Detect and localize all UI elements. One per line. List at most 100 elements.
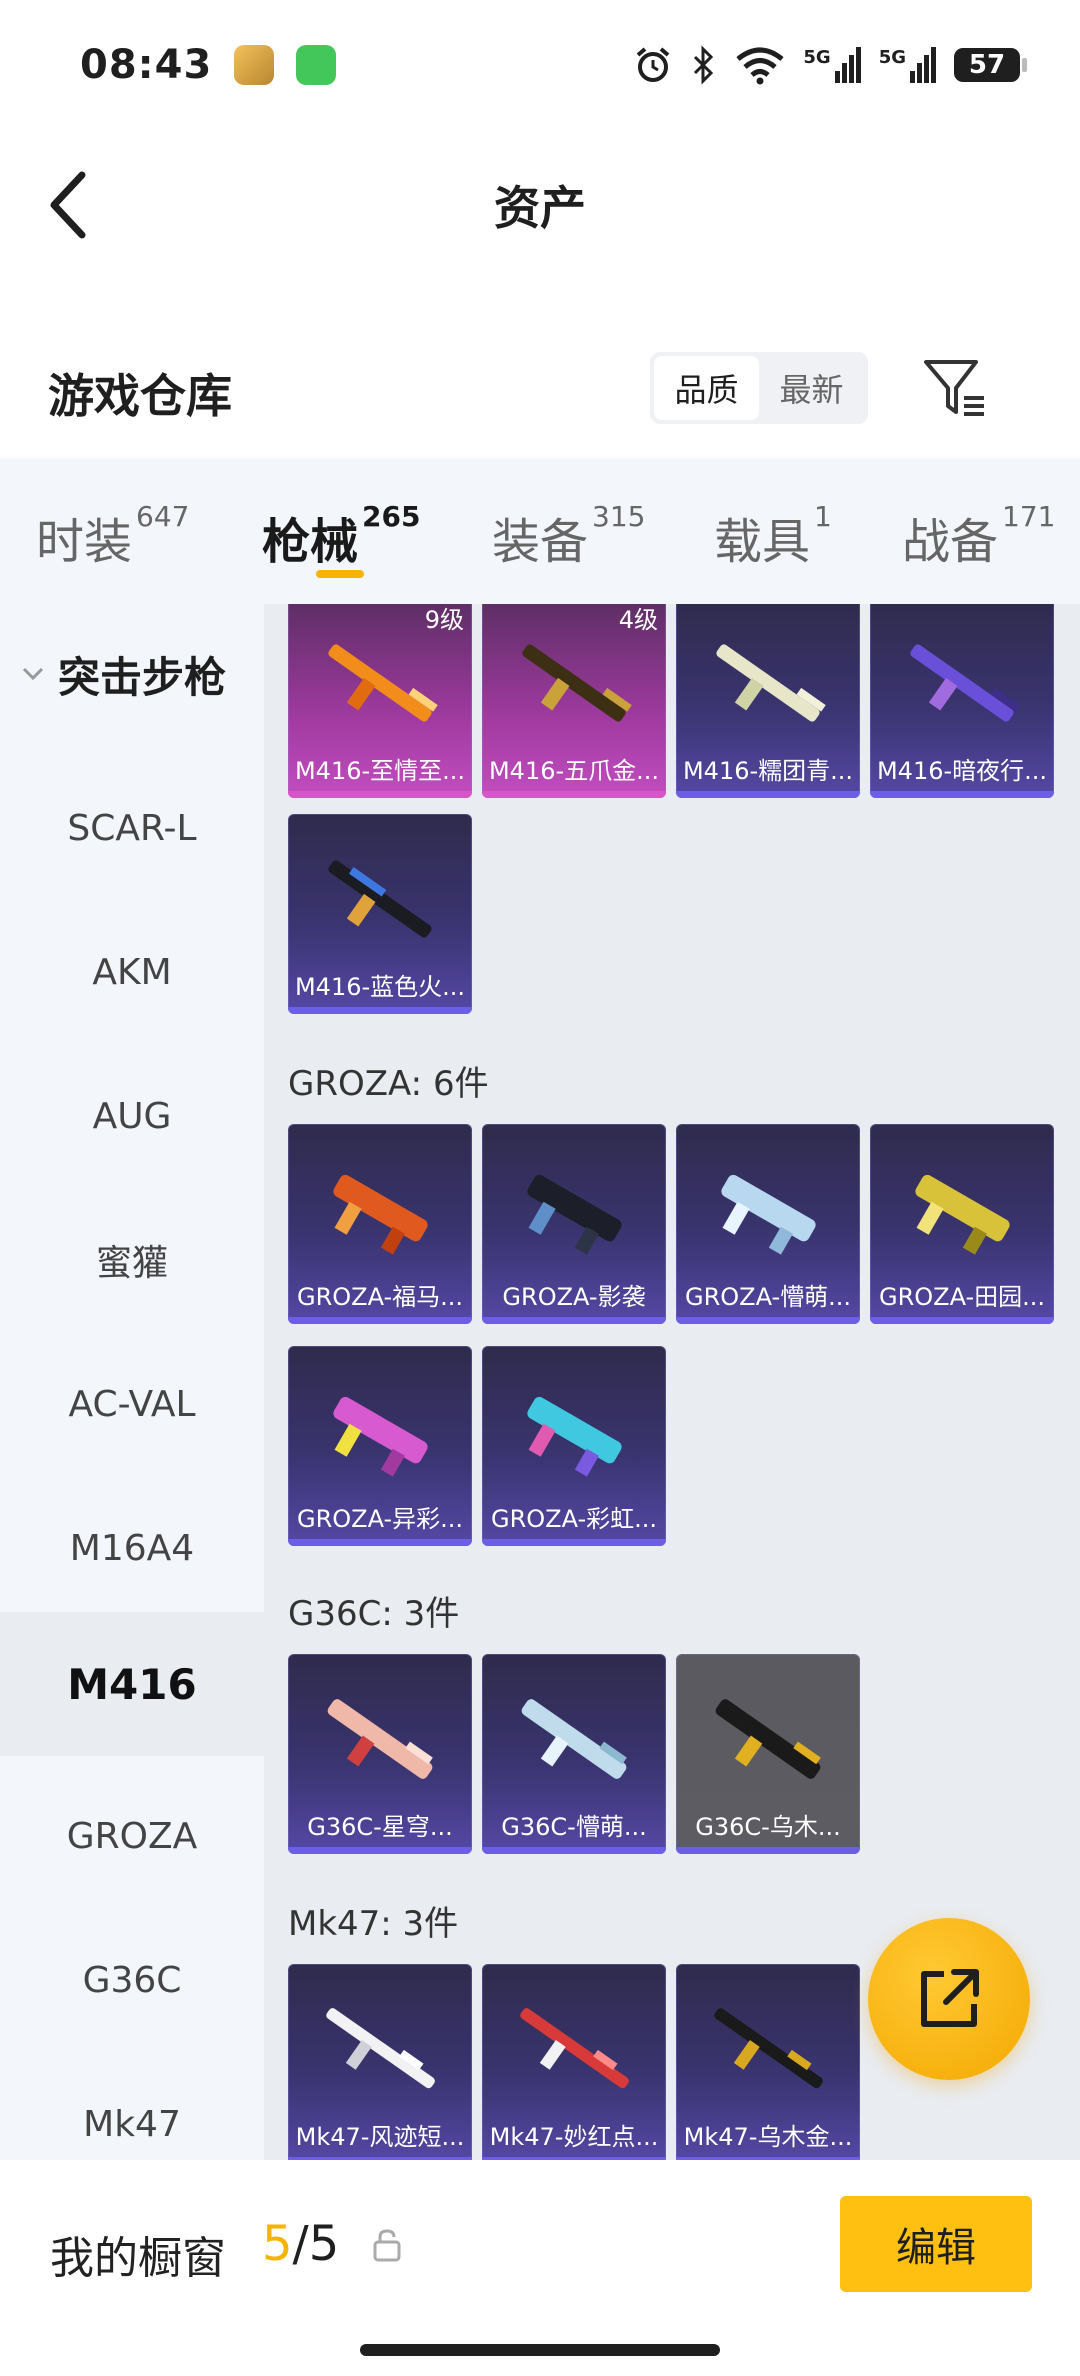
signal-label-1: 5G [803, 47, 831, 68]
card-name: Mk47-妙红点... [489, 2122, 659, 2151]
tab-equipment-label: 装备 [492, 514, 589, 570]
weapon-card[interactable]: Mk47-乌木金... [676, 1964, 860, 2160]
weapon-card[interactable]: Mk47-风迹短... [288, 1964, 472, 2160]
message-notification-icon [296, 45, 337, 85]
sort-quality-button[interactable]: 品质 [654, 356, 759, 420]
warehouse-bar: 游戏仓库 品质 最新 [0, 330, 1080, 450]
rifle-icon [716, 644, 826, 722]
card-name: G36C-乌木... [695, 1812, 841, 1841]
filter-icon[interactable] [920, 354, 988, 422]
sidebar-item-ac-val[interactable]: AC-VAL [0, 1332, 264, 1476]
tab-gear[interactable]: 战备 171 [902, 500, 1055, 572]
active-tab-indicator [316, 570, 364, 578]
card-name: GROZA-懵萌... [684, 1282, 852, 1311]
warehouse-title: 游戏仓库 [48, 369, 232, 423]
signal-label-2: 5G [878, 47, 906, 68]
share-icon [921, 1969, 979, 2027]
share-button[interactable] [868, 1918, 1030, 2080]
group-title-g36c: G36C: 3件 [288, 1594, 460, 1634]
tab-vehicles-label: 载具 [714, 514, 811, 570]
card-level: 9级 [424, 606, 464, 634]
showcase-label: 我的橱窗 [50, 2233, 226, 2284]
weapon-card[interactable]: G36C-懵萌... [482, 1654, 666, 1854]
tab-fashion[interactable]: 时装 647 [36, 500, 190, 572]
home-indicator[interactable] [360, 2344, 720, 2356]
alarm-icon [637, 47, 670, 82]
card-name: M416-五爪金... [488, 756, 660, 785]
sidebar-group-label: 突击步枪 [58, 652, 227, 702]
weapon-card[interactable]: Mk47-妙红点... [482, 1964, 666, 2160]
tab-equipment-count: 315 [592, 500, 646, 533]
sidebar-item-m416[interactable]: M416 [0, 1612, 264, 1756]
bottom-bar: 我的橱窗 5/5 编辑 [0, 2160, 1080, 2376]
sort-latest-button[interactable]: 最新 [759, 356, 864, 420]
card-name: M416-糯团青... [682, 756, 854, 785]
battery-icon: 57 [954, 48, 1027, 82]
card-name: GROZA-异彩... [296, 1504, 464, 1533]
rifle-icon [915, 1174, 1010, 1255]
card-name: G36C-懵萌... [501, 1812, 647, 1841]
rifle-icon [520, 2008, 629, 2089]
rifle-icon [521, 1699, 627, 1779]
rifle-icon [333, 1174, 428, 1255]
wifi-icon [736, 47, 784, 85]
group-title-mk47: Mk47: 3件 [288, 1904, 459, 1944]
status-left: 08:43 [80, 42, 337, 88]
rifle-icon [333, 1396, 428, 1477]
card-name: GROZA-福马... [296, 1282, 464, 1311]
weapon-card[interactable]: GROZA-影袭 [482, 1124, 666, 1324]
status-bar: 08:43 5G 5G 57 [0, 0, 1080, 130]
weapon-card[interactable]: G36C-乌木... [676, 1654, 860, 1854]
card-name: G36C-星穹... [307, 1812, 453, 1841]
weapon-card[interactable]: GROZA-懵萌... [676, 1124, 860, 1324]
signal-5g-2-icon: 5G [879, 47, 936, 83]
card-name: M416-至情至... [294, 756, 466, 785]
edit-button[interactable]: 编辑 [840, 2196, 1032, 2292]
tab-vehicles[interactable]: 载具 1 [714, 500, 832, 572]
sidebar-group-assault-rifles[interactable]: 突击步枪 [0, 604, 264, 744]
weapon-card[interactable]: M416-暗夜行... [870, 604, 1054, 798]
weapon-card[interactable]: 9级 M416-至情至... [288, 604, 472, 798]
sidebar-item-groza[interactable]: GROZA [0, 1764, 264, 1908]
weapon-card[interactable]: G36C-星穹... [288, 1654, 472, 1854]
status-right: 5G 5G 57 [633, 45, 1027, 85]
tab-equipment[interactable]: 装备 315 [492, 500, 646, 572]
rifle-icon [522, 644, 632, 722]
sort-toggle: 品质 最新 [650, 352, 868, 424]
rifle-icon [328, 860, 432, 938]
weapon-card[interactable]: GROZA-福马... [288, 1124, 472, 1324]
signal-5g-1-icon: 5G [803, 47, 861, 83]
tab-fashion-count: 647 [136, 500, 190, 533]
group-title-groza: GROZA: 6件 [288, 1064, 489, 1104]
rifle-icon [328, 644, 438, 722]
sidebar-item-m16a4[interactable]: M16A4 [0, 1476, 264, 1620]
showcase-count: 5/5 [262, 2216, 339, 2272]
sidebar-item-honey-badger[interactable]: 蜜獾 [0, 1188, 264, 1332]
card-name: GROZA-影袭 [502, 1282, 646, 1311]
rifle-icon [714, 2008, 823, 2089]
showcase-separator: / [292, 2216, 309, 2272]
card-level: 4级 [618, 606, 658, 634]
sidebar-item-scar-l[interactable]: SCAR-L [0, 756, 264, 900]
sidebar-item-akm[interactable]: AKM [0, 900, 264, 1044]
weapon-card[interactable]: 4级 M416-五爪金... [482, 604, 666, 798]
tab-firearms[interactable]: 枪械 265 [262, 500, 420, 572]
header: 资产 [0, 130, 1080, 280]
weapon-card[interactable]: GROZA-田园... [870, 1124, 1054, 1324]
weapon-card[interactable]: GROZA-异彩... [288, 1346, 472, 1546]
tab-vehicles-count: 1 [814, 500, 832, 533]
rifle-icon [910, 644, 1020, 722]
rifle-icon [327, 1699, 433, 1779]
status-time: 08:43 [80, 42, 213, 88]
sidebar-item-aug[interactable]: AUG [0, 1044, 264, 1188]
weapon-sidebar: 突击步枪 SCAR-L AKM AUG 蜜獾 AC-VAL M16A4 M416… [0, 604, 264, 2160]
tab-firearms-label: 枪械 [262, 514, 359, 570]
weapon-card[interactable]: M416-蓝色火... [288, 814, 472, 1014]
weapon-card[interactable]: M416-糯团青... [676, 604, 860, 798]
sidebar-item-g36c[interactable]: G36C [0, 1908, 264, 2052]
card-name: Mk47-风迹短... [295, 2122, 465, 2151]
weapon-card[interactable]: GROZA-彩虹... [482, 1346, 666, 1546]
showcase-used: 5 [262, 2216, 293, 2272]
sidebar-item-mk47[interactable]: Mk47 [0, 2052, 264, 2160]
showcase-total: 5 [308, 2216, 340, 2272]
